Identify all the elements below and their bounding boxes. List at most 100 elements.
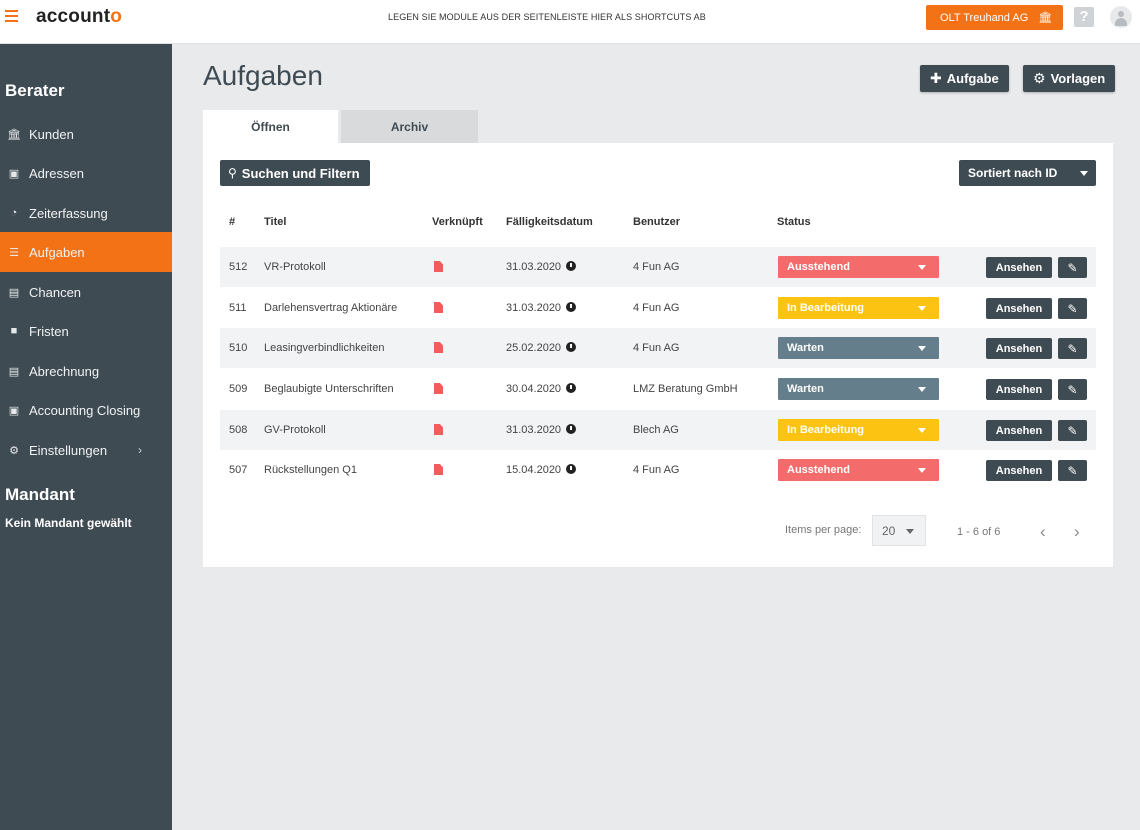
sidebar-item-label: Chancen [29,284,82,300]
row-title: Leasingverbindlichkeiten [264,342,385,354]
caret-down-icon [918,306,926,311]
column-header-linked[interactable]: Verknüpft [432,216,483,228]
sidebar-item-chancen[interactable]: ▤ Chancen [0,272,172,312]
clock-icon [566,383,577,393]
organization-button[interactable]: OLT Treuhand AG 🏛︎ [926,5,1063,30]
row-id: 512 [229,261,248,273]
edit-button[interactable]: ✎ [1058,460,1087,481]
document-icon[interactable] [434,302,443,313]
sidebar-item-zeiterfassung[interactable]: ◔ Zeiterfassung [0,193,172,233]
items-per-page-select[interactable]: 20 [872,515,926,546]
column-header-due-date[interactable]: Fälligkeitsdatum [506,216,593,228]
table-row[interactable]: 512 VR-Protokoll 31.03.2020 4 Fun AG Aus… [220,247,1096,287]
status-dropdown[interactable]: Warten [778,337,939,359]
caret-down-icon [1080,171,1088,176]
row-title: GV-Protokoll [264,424,326,436]
due-date-text: 31.03.2020 [506,302,562,314]
clock-icon [566,302,577,312]
items-per-page-value: 20 [882,523,896,538]
templates-button[interactable]: ⚙︎ Vorlagen [1023,65,1116,92]
edit-button[interactable]: ✎ [1058,420,1087,441]
sidebar-item-label: Einstellungen [29,442,108,458]
sidebar-item-fristen[interactable]: ■ Fristen [0,311,172,351]
table-row[interactable]: 509 Beglaubigte Unterschriften 30.04.202… [220,369,1096,409]
book-icon: ▣ [8,404,20,417]
view-button[interactable]: Ansehen [986,379,1052,400]
shortcut-hint: LEGEN SIE MODULE AUS DER SEITENLEISTE HI… [388,12,706,22]
clock-icon [566,342,577,352]
table-row[interactable]: 508 GV-Protokoll 31.03.2020 Blech AG In … [220,410,1096,450]
column-header-id[interactable]: # [229,216,235,228]
caret-down-icon [918,468,926,473]
sidebar-item-accounting-closing[interactable]: ▣ Accounting Closing [0,390,172,430]
status-dropdown[interactable]: Ausstehend [778,256,939,278]
user-avatar[interactable] [1110,6,1132,28]
tab-archive[interactable]: Archiv [341,110,478,143]
caret-down-icon [918,346,926,351]
document-icon[interactable] [434,342,443,353]
sidebar-item-aufgaben[interactable]: ☰ Aufgaben [0,232,172,272]
row-id: 509 [229,383,248,395]
column-header-status[interactable]: Status [777,216,811,228]
document-icon[interactable] [434,424,443,435]
row-title: Darlehensvertrag Aktionäre [264,302,398,314]
view-button[interactable]: Ansehen [986,338,1052,359]
logo-text: account [36,6,111,27]
status-dropdown[interactable]: In Bearbeitung [778,419,939,441]
edit-button[interactable]: ✎ [1058,298,1087,319]
document-icon[interactable] [434,383,443,394]
sidebar-section-berater: Berater [5,81,65,100]
column-header-title[interactable]: Titel [264,216,286,228]
status-dropdown[interactable]: Ausstehend [778,459,939,481]
table-row[interactable]: 511 Darlehensvertrag Aktionäre 31.03.202… [220,288,1096,328]
previous-page-icon[interactable]: ‹ [1040,522,1046,542]
row-title: Rückstellungen Q1 [264,464,357,476]
document-icon[interactable] [434,464,443,475]
search-filter-button[interactable]: ⚲ Suchen und Filtern [220,160,370,186]
row-user: Blech AG [633,424,679,436]
status-label: Warten [787,342,824,354]
view-button[interactable]: Ansehen [986,257,1052,278]
mandant-note: Kein Mandant gewählt [5,516,132,530]
table-row[interactable]: 510 Leasingverbindlichkeiten 25.02.2020 … [220,328,1096,368]
chevron-right-icon: › [138,443,142,457]
sort-dropdown[interactable]: Sortiert nach ID [959,160,1096,186]
sidebar-item-einstellungen[interactable]: ⚙︎ Einstellungen › [0,430,172,470]
plus-icon: ✚ [930,70,942,86]
hamburger-menu-icon[interactable] [5,10,18,23]
sidebar-item-label: Fristen [29,323,69,339]
row-id: 507 [229,464,248,476]
add-task-button[interactable]: ✚ Aufgabe [920,65,1009,92]
sidebar-item-kunden[interactable]: 🏛︎ Kunden [0,114,172,154]
row-id: 511 [229,302,247,314]
sidebar-item-adressen[interactable]: ▣ Adressen [0,153,172,193]
table-row[interactable]: 507 Rückstellungen Q1 15.04.2020 4 Fun A… [220,450,1096,490]
tasks-icon: ☰ [9,246,19,259]
row-user: 4 Fun AG [633,302,680,314]
document-icon[interactable] [434,261,443,272]
view-button[interactable]: Ansehen [986,460,1052,481]
view-button[interactable]: Ansehen [986,298,1052,319]
row-title: Beglaubigte Unterschriften [264,383,394,395]
edit-button[interactable]: ✎ [1058,338,1087,359]
column-header-user[interactable]: Benutzer [633,216,680,228]
next-page-icon[interactable]: › [1074,522,1080,542]
view-button[interactable]: Ansehen [986,420,1052,441]
edit-button[interactable]: ✎ [1058,257,1087,278]
sidebar-section-mandant: Mandant [5,485,75,504]
due-date-text: 25.02.2020 [506,342,562,354]
briefcase-icon: ■ [10,325,18,337]
app-logo[interactable]: accounto [36,6,122,28]
sidebar-item-label: Aufgaben [29,244,85,260]
list-icon: ▤ [8,286,20,299]
status-label: Ausstehend [787,261,850,273]
bank-icon: 🏛︎ [1038,12,1053,24]
sidebar-item-abrechnung[interactable]: ▤ Abrechnung [0,351,172,391]
status-dropdown[interactable]: Warten [778,378,939,400]
tab-open[interactable]: Öffnen [203,110,338,143]
sidebar-item-label: Kunden [29,126,74,142]
status-dropdown[interactable]: In Bearbeitung [778,297,939,319]
edit-button[interactable]: ✎ [1058,379,1087,400]
clock-icon [566,424,577,434]
help-button[interactable]: ? [1074,7,1094,27]
